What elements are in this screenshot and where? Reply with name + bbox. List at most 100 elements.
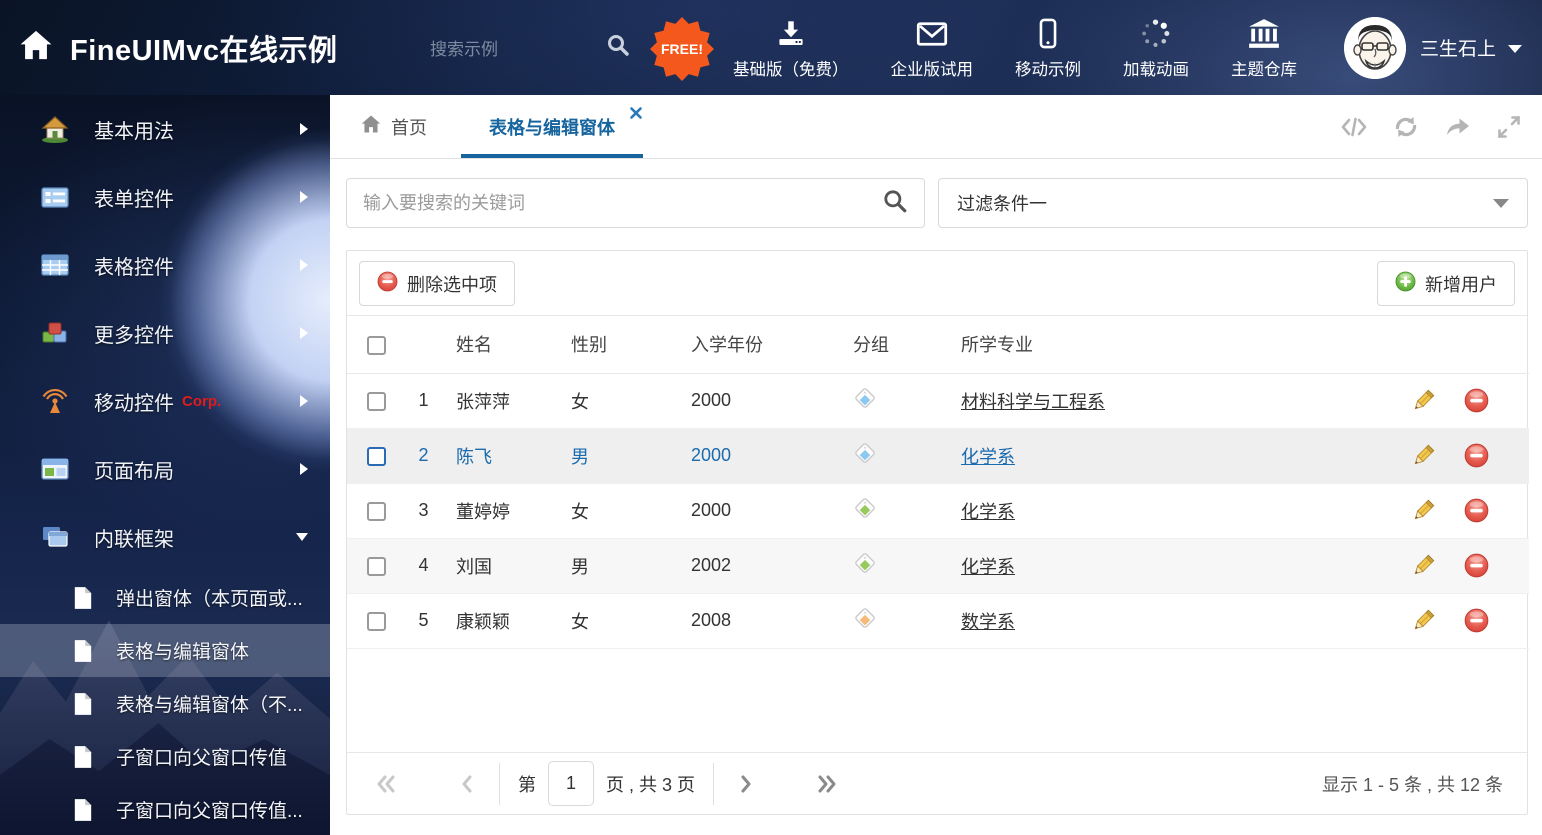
delete-row-icon[interactable] [1463, 443, 1489, 469]
tab-grid-edit-window[interactable]: 表格与编辑窗体 [461, 95, 643, 158]
cell-major-link[interactable]: 材料科学与工程系 [961, 392, 1105, 412]
nav-basic-edition[interactable]: 基础版（免费） [712, 15, 870, 80]
prev-page-icon[interactable] [451, 774, 481, 794]
delete-row-icon[interactable] [1463, 498, 1489, 524]
avatar[interactable] [1343, 16, 1406, 79]
row-checkbox[interactable] [367, 391, 386, 411]
filter-dropdown[interactable]: 过滤条件一 [938, 178, 1528, 228]
cell-major-link[interactable]: 化学系 [961, 447, 1015, 467]
user-menu[interactable]: 三生石上 [1420, 34, 1522, 61]
nav-theme-store[interactable]: 主题仓库 [1210, 15, 1318, 80]
column-header-gender[interactable]: 性别 [561, 316, 681, 374]
nav-enterprise-trial[interactable]: 企业版试用 [869, 15, 994, 80]
column-header-major[interactable]: 所学专业 [951, 316, 1391, 374]
cell-gender: 男 [561, 538, 681, 594]
grid-toolbar: 删除选中项 新增用户 [347, 251, 1527, 316]
chevron-right-icon [300, 191, 308, 203]
edit-pencil-icon[interactable] [1410, 443, 1436, 469]
sidebar-subitem-child-to-parent[interactable]: 子窗口向父窗口传值 [0, 730, 330, 783]
app-header: FineUIMvc在线示例 搜索示例 FREE! 基础版（免费） 企业版试用 移… [0, 0, 1542, 95]
edit-pencil-icon[interactable] [1410, 388, 1436, 414]
page-total-label: 页 , 共 3 页 [606, 774, 696, 795]
next-page-icon[interactable] [732, 774, 762, 794]
refresh-icon[interactable] [1392, 114, 1420, 140]
cell-major-link[interactable]: 化学系 [961, 557, 1015, 577]
share-icon[interactable] [1444, 114, 1472, 140]
row-number: 2 [401, 428, 446, 484]
row-checkbox[interactable] [367, 611, 386, 631]
delete-selected-button[interactable]: 删除选中项 [359, 261, 515, 306]
layout-icon [40, 455, 70, 483]
row-checkbox[interactable] [367, 556, 386, 576]
chevron-right-icon [300, 395, 308, 407]
first-page-icon[interactable] [371, 774, 401, 794]
tab-home[interactable]: 首页 [360, 95, 427, 158]
table-row[interactable]: 2 陈飞 男 2000 化学系 [347, 428, 1529, 484]
table-body: 1 张萍萍 女 2000 材料科学与工程系 2 陈飞 男 2000 化学系 3 … [347, 373, 1529, 649]
cell-year: 2000 [681, 428, 841, 484]
code-icon[interactable] [1340, 114, 1368, 140]
header-search[interactable]: 搜索示例 [430, 0, 630, 95]
sidebar-item-basic-usage[interactable]: 基本用法 [0, 95, 330, 163]
form-icon [40, 183, 70, 211]
page-number-input[interactable] [548, 761, 594, 806]
edit-pencil-icon[interactable] [1410, 498, 1436, 524]
delete-row-icon[interactable] [1463, 388, 1489, 414]
edit-pencil-icon[interactable] [1410, 553, 1436, 579]
cell-gender: 女 [561, 373, 681, 429]
table-row[interactable]: 1 张萍萍 女 2000 材料科学与工程系 [347, 373, 1529, 429]
last-page-icon[interactable] [812, 774, 842, 794]
sidebar-subitem-grid-edit-window[interactable]: 表格与编辑窗体 [0, 624, 330, 677]
sidebar-subitem-grid-edit-window-2[interactable]: 表格与编辑窗体（不... [0, 677, 330, 730]
row-number: 5 [401, 593, 446, 649]
row-checkbox[interactable] [367, 501, 386, 521]
delete-row-icon[interactable] [1463, 553, 1489, 579]
sidebar-item-form-controls[interactable]: 表单控件 [0, 163, 330, 231]
home-icon[interactable] [18, 28, 54, 67]
cell-year: 2002 [681, 538, 841, 594]
delete-row-icon[interactable] [1463, 608, 1489, 634]
cell-group [841, 428, 951, 484]
keyword-search-input[interactable] [363, 192, 882, 214]
cell-major-link[interactable]: 数学系 [961, 612, 1015, 632]
page-icon [72, 798, 94, 822]
sidebar-subitem-child-to-parent-2[interactable]: 子窗口向父窗口传值... [0, 783, 330, 835]
sidebar-item-more-controls[interactable]: 更多控件 [0, 299, 330, 367]
column-header-name[interactable]: 姓名 [446, 316, 561, 374]
table-row[interactable]: 3 董婷婷 女 2000 化学系 [347, 483, 1529, 539]
table-row[interactable]: 5 康颖颖 女 2008 数学系 [347, 593, 1529, 649]
sidebar-subitem-popup-window[interactable]: 弹出窗体（本页面或... [0, 571, 330, 624]
cell-name: 刘国 [446, 538, 561, 594]
header-search-placeholder: 搜索示例 [430, 40, 498, 59]
nav-mobile-demo[interactable]: 移动示例 [994, 15, 1102, 80]
tag-icon [853, 498, 877, 524]
sidebar-item-grid-controls[interactable]: 表格控件 [0, 231, 330, 299]
close-icon[interactable] [629, 104, 643, 119]
sidebar-item-iframe[interactable]: 内联框架 [0, 503, 330, 571]
chevron-right-icon [300, 123, 308, 135]
nav-loading-animation[interactable]: 加载动画 [1102, 15, 1210, 80]
table-row[interactable]: 4 刘国 男 2002 化学系 [347, 538, 1529, 594]
sidebar-item-mobile-controls[interactable]: 移动控件 Corp. [0, 367, 330, 435]
expand-icon[interactable] [1496, 114, 1524, 140]
page-icon [72, 639, 94, 663]
tab-strip: 首页 表格与编辑窗体 [330, 95, 1542, 159]
cell-major-link[interactable]: 化学系 [961, 502, 1015, 522]
cell-name: 康颖颖 [446, 593, 561, 649]
select-all-checkbox[interactable] [367, 335, 386, 355]
main-content: 首页 表格与编辑窗体 过滤条 [330, 95, 1542, 835]
tag-icon [853, 443, 877, 469]
search-icon[interactable] [882, 188, 908, 219]
row-checkbox[interactable] [367, 446, 386, 466]
add-user-button[interactable]: 新增用户 [1377, 261, 1515, 306]
sidebar-item-page-layout[interactable]: 页面布局 [0, 435, 330, 503]
column-header-year[interactable]: 入学年份 [681, 316, 841, 374]
minus-circle-icon [377, 271, 398, 297]
column-header-group[interactable]: 分组 [841, 316, 951, 374]
search-icon[interactable] [606, 33, 630, 62]
app-title: FineUIMvc在线示例 [70, 34, 338, 67]
record-summary: 显示 1 - 5 条 , 共 12 条 [1321, 774, 1503, 795]
edit-pencil-icon[interactable] [1410, 608, 1436, 634]
tag-icon [853, 388, 877, 414]
plus-circle-icon [1395, 271, 1416, 297]
